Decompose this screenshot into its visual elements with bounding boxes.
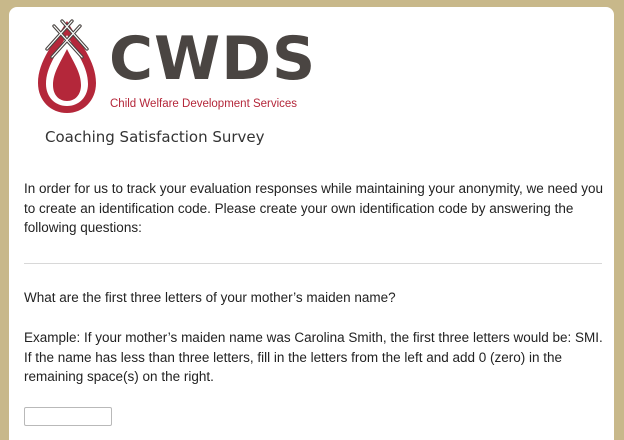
maiden-name-letters-input[interactable] [24,407,112,426]
brand-name: CWDS [109,24,317,94]
question-text: What are the first three letters of your… [24,290,396,305]
survey-card: CWDS Child Welfare Development Services … [9,7,614,440]
brand-subtitle: Child Welfare Development Services [110,98,298,110]
question-example-text: Example: If your mother’s maiden name wa… [24,330,603,384]
flame-drop-icon [38,19,96,113]
section-divider [24,263,602,264]
survey-title: Coaching Satisfaction Survey [45,128,265,146]
cwds-logo: CWDS Child Welfare Development Services [32,13,332,121]
intro-text: In order for us to track your evaluation… [24,181,604,235]
